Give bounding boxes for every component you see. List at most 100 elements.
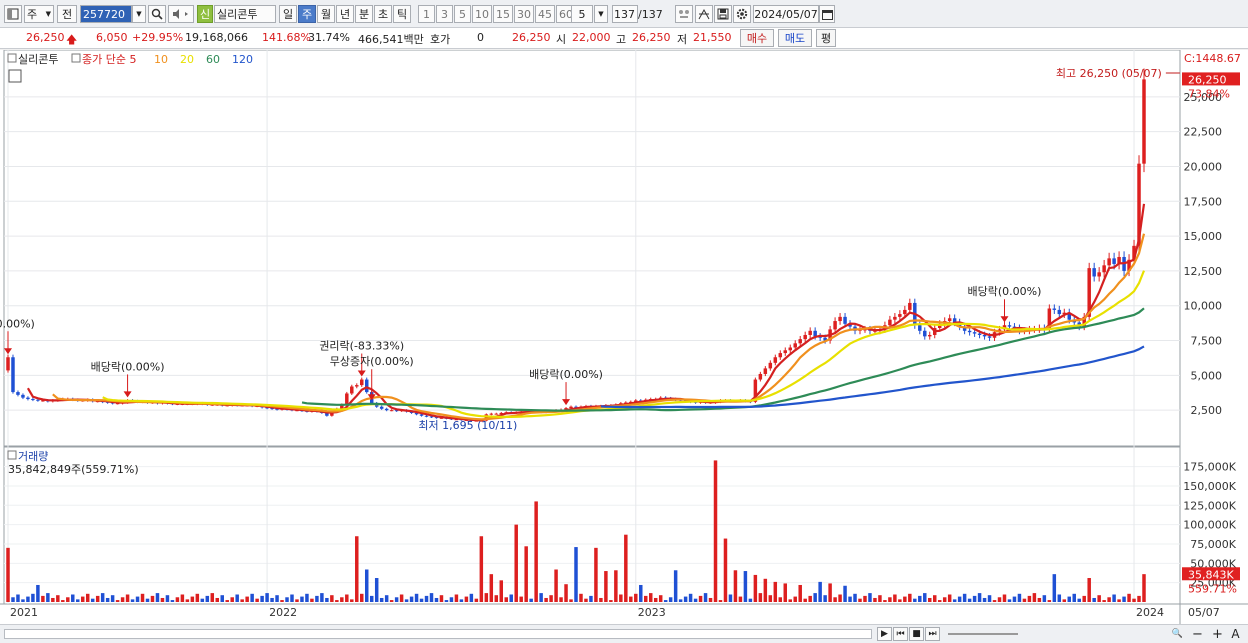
zoom-in-button[interactable]: + [1210,627,1225,642]
scroll-right-button[interactable]: ▶ [877,627,892,641]
window-menu-icon[interactable] [4,5,22,23]
interval-button-10[interactable]: 10 [472,5,492,23]
volume-bar [474,598,479,602]
volume-bar [803,598,807,602]
event-annotation: 권리락(-83.33%) [319,340,404,353]
period-tab-0[interactable]: 일 [279,5,297,23]
high-label: 고 [616,33,627,46]
volume-bar [663,600,668,602]
volume-bar [61,600,65,602]
interval-button-1[interactable]: 1 [418,5,435,23]
volume-bar [893,594,897,602]
date-input[interactable]: 2024/05/07 [753,5,819,23]
low-annotation: 최저 1,695 (10/11) [418,419,517,432]
volume-bar [1037,597,1042,602]
volume-bar [644,595,648,602]
quote-bar: 26,250 🡅 6,050 +29.95% 19,168,066 141.68… [0,28,1248,49]
volume-bar [210,593,215,602]
sound-button[interactable] [168,5,194,23]
candle-body [1102,265,1106,273]
chart-scrollbar[interactable] [4,629,872,639]
stock-code-input[interactable]: 257720 [80,5,132,23]
period-tab-3[interactable]: 년 [336,5,354,23]
volume-bar [579,593,583,602]
volume-bar [71,594,75,602]
settings-button[interactable] [733,5,751,23]
candle-body [908,302,912,310]
period-tab-4[interactable]: 분 [355,5,373,23]
candle-body [763,368,768,374]
candle-body [36,399,40,401]
volume-bar [1117,599,1121,602]
candle-body [379,406,384,409]
event-annotation: 무상증자(0.00%) [330,355,414,368]
volume-bar [977,593,982,602]
hoga-price: 26,250 [512,31,551,44]
volume-bar [599,597,603,602]
save-button[interactable] [714,5,732,23]
eval-button[interactable]: 평 [816,29,836,47]
count-input[interactable]: 137 [612,5,638,23]
volume-bar [589,595,593,602]
interval-button-45[interactable]: 45 [535,5,555,23]
period-tab-6[interactable]: 틱 [393,5,411,23]
save-icon [717,8,729,20]
volume-bar [952,599,957,602]
volume-bar [658,595,663,602]
forward-button[interactable]: ⏭ [925,627,940,641]
stock-chart[interactable]: 2,500 5,000 7,500 10,000 12,500 15,000 17,500 2… [0,49,1248,624]
period-tab-2[interactable]: 월 [317,5,335,23]
interval-dropdown-icon[interactable]: ▼ [594,5,608,23]
volume-bar [858,598,862,602]
candle-body [923,330,927,337]
volume-bar [1072,593,1076,602]
link-icon [679,10,689,18]
period-tab-1[interactable]: 주 [298,5,316,23]
zoom-search-icon[interactable]: 🔍 [1170,627,1185,641]
volume-panel-frame [3,446,1181,605]
year-label: 2023 [638,606,666,619]
zoom-out-button[interactable]: − [1190,627,1205,642]
stop-button[interactable]: ■ [909,627,924,641]
candle-body [758,373,763,380]
prev-button[interactable]: 전 [57,5,77,23]
draw-tool-button[interactable] [695,5,713,23]
calendar-button[interactable] [819,5,835,23]
volume-bar [539,593,543,602]
interval-button-30[interactable]: 30 [514,5,534,23]
candle-body [26,397,30,400]
stock-name-field[interactable]: 실리콘투 [214,5,276,23]
interval-button-5[interactable]: 5 [454,5,471,23]
volume-bar [534,501,538,602]
volume-bar [524,546,528,602]
search-button[interactable] [148,5,166,23]
candle-body [947,318,952,322]
candle-body [833,321,837,330]
current-price: 26,250 [26,31,65,44]
sell-button[interactable]: 매도 [778,29,812,47]
volume-bar [753,574,758,602]
legend-checkbox [7,53,17,63]
volume-bar [165,595,170,602]
buy-button[interactable]: 매수 [740,29,774,47]
corner-label: C:1448.67 [1184,52,1241,65]
interval-value-field[interactable]: 5 [571,5,593,23]
candle-body [384,408,389,411]
price-tick-label: 2,500 [1191,404,1223,417]
market-select[interactable]: 주 ▼ [24,5,54,23]
candle-body [903,309,907,315]
interval-button-3[interactable]: 3 [436,5,453,23]
code-dropdown-icon[interactable]: ▼ [132,5,146,23]
volume-bar [364,569,369,602]
link-button[interactable] [675,5,693,23]
font-size-button[interactable]: A [1228,627,1243,641]
volume-bar [992,600,997,602]
interval-button-15[interactable]: 15 [493,5,513,23]
period-tab-5[interactable]: 초 [374,5,392,23]
zoom-slider[interactable] [948,633,1018,635]
window-icon [7,8,19,20]
rewind-button[interactable]: ⏮ [893,627,908,641]
volume-bar [51,597,55,602]
volume-bar [923,593,927,602]
candle-body [489,413,494,415]
